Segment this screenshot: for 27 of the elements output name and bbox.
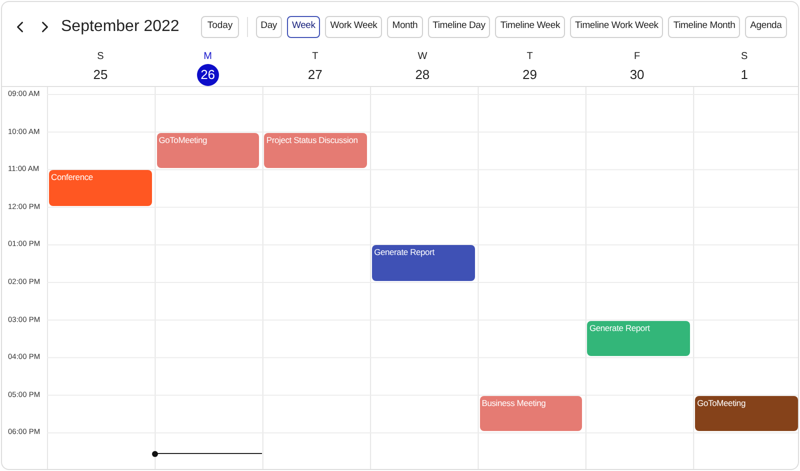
view-tab[interactable]: Timeline Day [428, 16, 490, 38]
weekday-label: W [418, 51, 428, 63]
date-label: 25 [92, 66, 109, 84]
view-tab[interactable]: Timeline Month [668, 16, 740, 38]
month-title: September 2022 [61, 16, 180, 36]
date-label: 28 [414, 66, 431, 84]
date-label: 27 [306, 66, 324, 84]
today-button[interactable]: Today [201, 16, 239, 38]
weekday-label: T [312, 51, 318, 63]
view-tab[interactable]: Work Week [325, 16, 382, 38]
view-tab[interactable]: Agenda [745, 16, 787, 38]
event-block[interactable]: GoToMeeting [695, 396, 798, 432]
event-block[interactable]: Generate Report [372, 245, 475, 281]
weekday-label: F [634, 51, 640, 63]
view-tab[interactable]: Week [286, 16, 320, 38]
view-tab[interactable]: Timeline Work Week [570, 16, 664, 38]
weekday-label: S [97, 51, 104, 63]
date-label: 26 [196, 64, 219, 86]
weekday-label: T [526, 51, 533, 63]
view-tab[interactable]: Month [387, 16, 423, 38]
weekday-label: M [204, 51, 212, 63]
view-tab[interactable]: Day [256, 16, 282, 38]
date-label: 29 [522, 66, 538, 84]
date-label: 30 [628, 66, 646, 84]
weekday-label: S [741, 51, 748, 63]
view-tab[interactable]: Timeline Week [495, 16, 566, 38]
date-label: 1 [740, 66, 749, 84]
